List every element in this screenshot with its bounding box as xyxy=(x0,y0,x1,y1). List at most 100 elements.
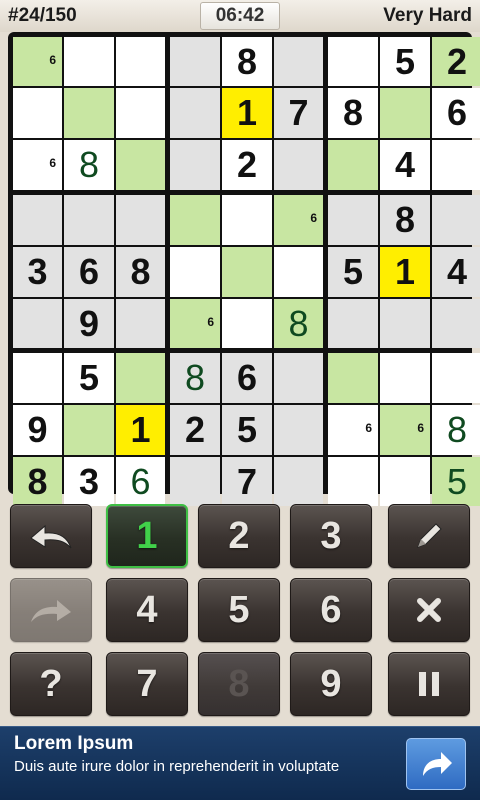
sudoku-cell[interactable]: 8 xyxy=(432,405,480,455)
sudoku-cell[interactable]: 6 xyxy=(13,140,62,190)
given-digit: 4 xyxy=(394,144,416,185)
erase-button[interactable] xyxy=(388,578,470,642)
sudoku-cell[interactable]: 6 xyxy=(432,88,480,138)
sudoku-cell[interactable]: 1 xyxy=(380,247,430,297)
sudoku-cell[interactable]: 2 xyxy=(222,140,272,190)
sudoku-cell[interactable]: 7 xyxy=(274,88,323,138)
sudoku-cell[interactable] xyxy=(274,140,323,190)
number-key-1[interactable]: 1 xyxy=(106,504,188,568)
sudoku-cell[interactable]: 8 xyxy=(274,299,323,348)
given-digit: 8 xyxy=(342,92,364,133)
number-key-6[interactable]: 6 xyxy=(290,578,372,642)
redo-button[interactable] xyxy=(10,578,92,642)
sudoku-cell[interactable] xyxy=(222,247,272,297)
sudoku-cell[interactable] xyxy=(222,195,272,245)
number-key-5[interactable]: 5 xyxy=(198,578,280,642)
given-digit: 9 xyxy=(78,302,100,344)
undo-icon xyxy=(30,524,72,549)
sudoku-cell[interactable]: 6 xyxy=(222,353,272,403)
given-digit: 9 xyxy=(27,409,48,450)
undo-button[interactable] xyxy=(10,504,92,568)
key-label: 2 xyxy=(228,514,250,557)
sudoku-cell[interactable] xyxy=(13,299,62,348)
sudoku-cell[interactable]: 8 xyxy=(116,247,165,297)
number-key-2[interactable]: 2 xyxy=(198,504,280,568)
pencil-button[interactable] xyxy=(388,504,470,568)
sudoku-cell[interactable]: 5 xyxy=(380,37,430,86)
ad-banner[interactable]: Lorem Ipsum Duis aute irure dolor in rep… xyxy=(0,726,480,800)
sudoku-cell[interactable] xyxy=(328,195,378,245)
sudoku-cell[interactable]: 4 xyxy=(432,247,480,297)
sudoku-cell[interactable]: 1 xyxy=(222,88,272,138)
sudoku-cell[interactable]: 8 xyxy=(222,37,272,86)
hint-button[interactable]: ? xyxy=(10,652,92,716)
number-key-8[interactable]: 8 xyxy=(198,652,280,716)
number-key-7[interactable]: 7 xyxy=(106,652,188,716)
sudoku-cell[interactable] xyxy=(13,353,62,403)
sudoku-cell[interactable]: 8 xyxy=(380,195,430,245)
sudoku-cell[interactable]: 6 xyxy=(274,195,323,245)
timer: 06:42 xyxy=(200,2,280,30)
sudoku-cell[interactable]: 2 xyxy=(170,405,220,455)
sudoku-cell[interactable] xyxy=(380,88,430,138)
sudoku-cell[interactable] xyxy=(170,140,220,190)
sudoku-cell[interactable] xyxy=(116,353,165,403)
sudoku-cell[interactable] xyxy=(116,88,165,138)
sudoku-cell[interactable]: 8 xyxy=(64,140,114,190)
sudoku-cell[interactable]: 8 xyxy=(170,353,220,403)
sudoku-cell[interactable] xyxy=(432,299,480,348)
sudoku-cell[interactable]: 1 xyxy=(116,405,165,455)
sudoku-cell[interactable] xyxy=(116,37,165,86)
sudoku-cell[interactable] xyxy=(328,37,378,86)
sudoku-cell[interactable]: 9 xyxy=(64,299,114,348)
sudoku-cell[interactable] xyxy=(170,37,220,86)
sudoku-cell[interactable]: 3 xyxy=(13,247,62,297)
sudoku-cell[interactable]: 5 xyxy=(328,247,378,297)
sudoku-cell[interactable] xyxy=(432,195,480,245)
sudoku-cell[interactable] xyxy=(274,37,323,86)
sudoku-cell[interactable] xyxy=(170,247,220,297)
sudoku-cell[interactable] xyxy=(116,140,165,190)
sudoku-cell[interactable] xyxy=(432,353,480,403)
number-key-3[interactable]: 3 xyxy=(290,504,372,568)
sudoku-cell[interactable] xyxy=(13,195,62,245)
sudoku-cell[interactable] xyxy=(64,405,114,455)
top-bar: #24/150 06:42 Very Hard xyxy=(0,0,480,32)
number-key-4[interactable]: 4 xyxy=(106,578,188,642)
sudoku-cell[interactable]: 4 xyxy=(380,140,430,190)
number-key-9[interactable]: 9 xyxy=(290,652,372,716)
sudoku-cell[interactable] xyxy=(170,88,220,138)
sudoku-cell[interactable] xyxy=(64,195,114,245)
sudoku-cell[interactable] xyxy=(274,405,323,455)
sudoku-cell[interactable]: 5 xyxy=(222,405,272,455)
sudoku-cell[interactable]: 6 xyxy=(13,37,62,86)
sudoku-cell[interactable] xyxy=(222,299,272,348)
sudoku-cell[interactable] xyxy=(64,37,114,86)
sudoku-cell[interactable] xyxy=(380,353,430,403)
sudoku-cell[interactable] xyxy=(328,353,378,403)
sudoku-cell[interactable] xyxy=(116,299,165,348)
sudoku-cell[interactable] xyxy=(64,88,114,138)
pause-button[interactable] xyxy=(388,652,470,716)
sudoku-cell[interactable] xyxy=(13,88,62,138)
sudoku-cell[interactable]: 9 xyxy=(13,405,62,455)
sudoku-cell[interactable] xyxy=(432,140,480,190)
sudoku-cell[interactable] xyxy=(274,247,323,297)
key-label: 3 xyxy=(320,514,342,557)
sudoku-cell[interactable] xyxy=(274,353,323,403)
sudoku-cell[interactable] xyxy=(170,195,220,245)
sudoku-cell[interactable]: 2 xyxy=(432,37,480,86)
sudoku-cell[interactable]: 8 xyxy=(328,88,378,138)
given-digit: 5 xyxy=(236,409,258,450)
sudoku-cell[interactable]: 6 xyxy=(170,299,220,348)
sudoku-cell[interactable]: 5 xyxy=(64,353,114,403)
sudoku-cell[interactable]: 6 xyxy=(64,247,114,297)
sudoku-cell[interactable] xyxy=(116,195,165,245)
key-label: 5 xyxy=(228,588,250,631)
sudoku-cell[interactable]: 6 xyxy=(328,405,378,455)
sudoku-cell[interactable] xyxy=(328,299,378,348)
sudoku-cell[interactable] xyxy=(380,299,430,348)
sudoku-cell[interactable]: 6 xyxy=(380,405,430,455)
ad-open-button[interactable] xyxy=(406,738,466,790)
sudoku-cell[interactable] xyxy=(328,140,378,190)
